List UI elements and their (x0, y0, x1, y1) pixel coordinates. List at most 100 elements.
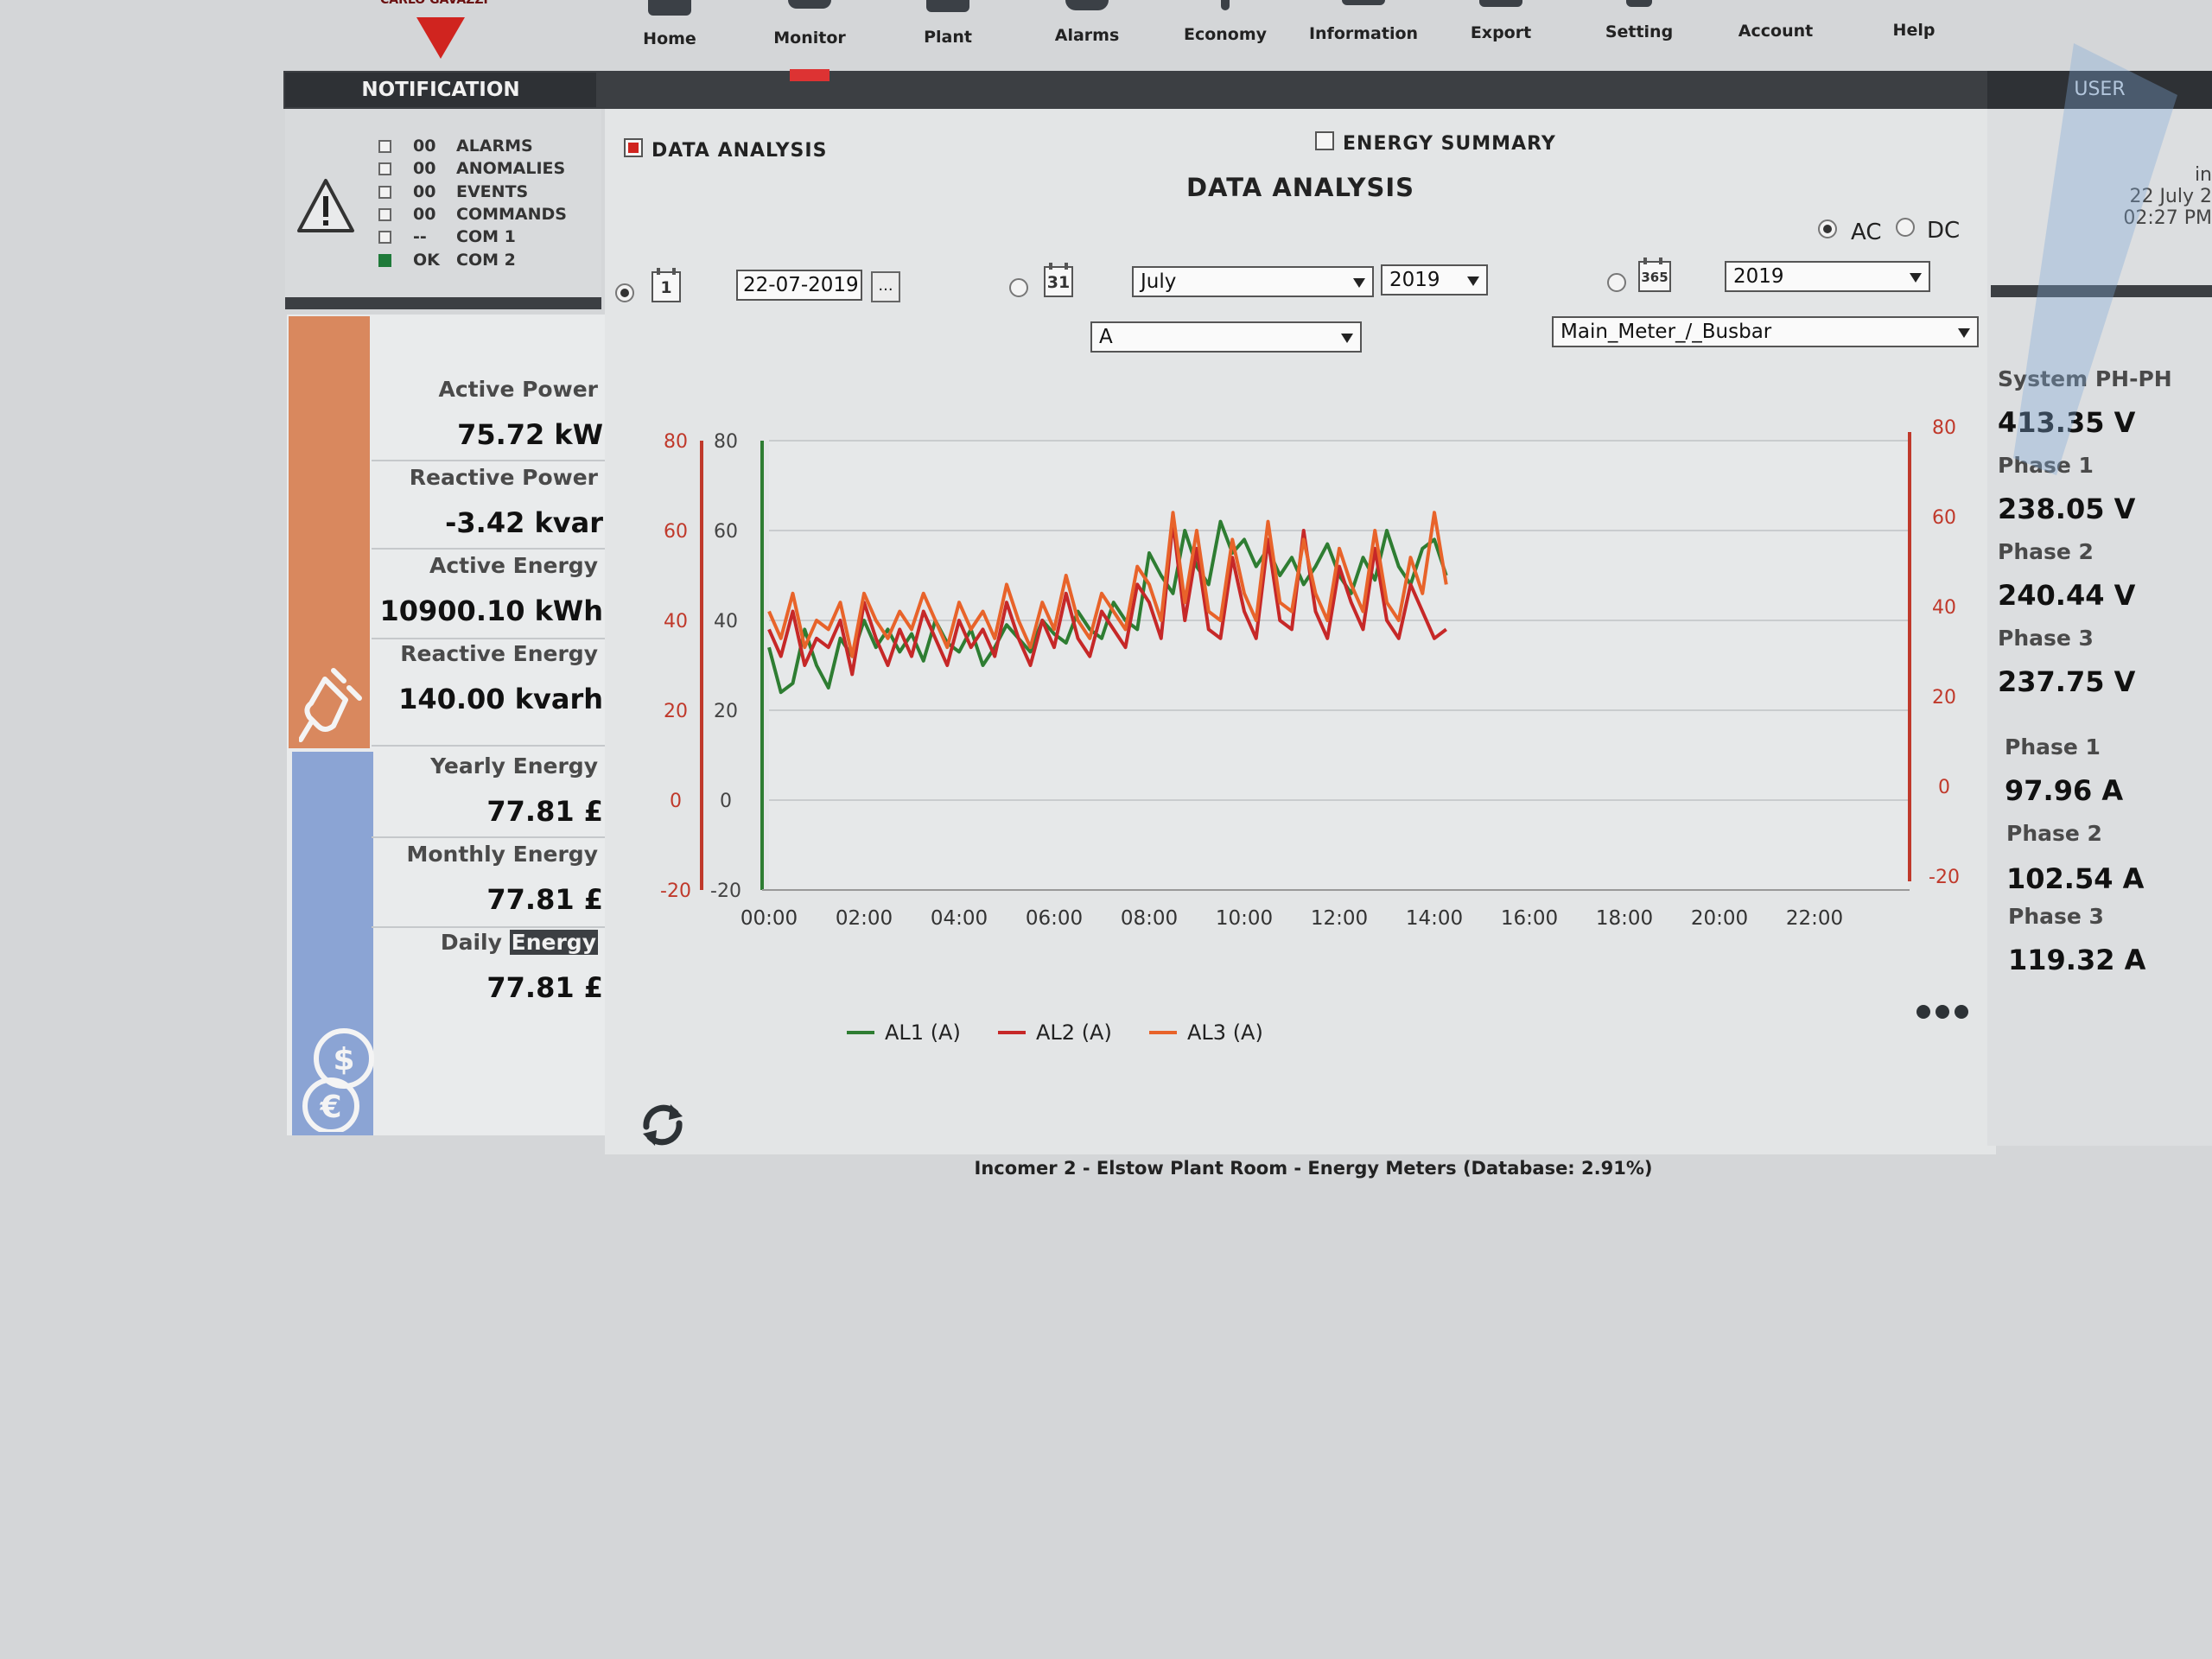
daily-energy-label: Daily Energy (372, 930, 598, 955)
month-select[interactable]: July (1132, 266, 1374, 297)
quantity-select[interactable]: A (1090, 321, 1362, 353)
month-range-radio[interactable] (1009, 278, 1028, 297)
notification-count: 00 (413, 205, 436, 224)
date-input[interactable]: 22-07-2019 (736, 270, 862, 301)
nav-setting[interactable]: Setting (1574, 0, 1704, 52)
reactive-energy-value: 140.00 kvarh (398, 683, 603, 715)
x-tick-label: 08:00 (1121, 907, 1178, 930)
system-voltage-value: 413.35 V (1998, 406, 2136, 439)
date-picker-button[interactable]: ... (871, 271, 900, 302)
chevron-down-icon (1910, 273, 1922, 283)
meter-select-value: Main_Meter_/_Busbar (1560, 321, 1772, 343)
divider (372, 548, 609, 550)
chevron-down-icon (1467, 276, 1479, 286)
refresh-icon[interactable] (636, 1101, 690, 1149)
status-footer: Incomer 2 - Elstow Plant Room - Energy M… (974, 1158, 1653, 1179)
notification-check (378, 186, 391, 199)
user-info-date: 22 July 2 (2129, 186, 2212, 207)
notification-count: OK (413, 251, 440, 270)
divider (372, 745, 609, 747)
current-chart: 80 8060 6040 4020 200 0-20 -20806040200-2000:0… (660, 417, 1960, 1045)
y-tick-label-outer: 40 (664, 611, 688, 632)
energy-summary-checkbox[interactable] (1315, 131, 1334, 150)
monthly-energy-value: 77.81 £ (486, 883, 603, 916)
x-tick-label: 12:00 (1311, 907, 1368, 930)
dc-radio[interactable] (1896, 218, 1915, 237)
y-tick-label-right: 20 (1932, 687, 1956, 709)
yearly-energy-value: 77.81 £ (486, 795, 603, 828)
x-tick-label: 20:00 (1691, 907, 1748, 930)
active-tab-marker (790, 69, 830, 81)
day-calendar-icon[interactable]: 1 (652, 268, 681, 302)
nav-help[interactable]: Help (1849, 0, 1979, 52)
x-tick-label: 18:00 (1596, 907, 1653, 930)
more-options-icon[interactable] (1915, 1002, 1970, 1021)
reactive-power-label: Reactive Power (409, 465, 598, 490)
nav-alarms[interactable]: Alarms (1022, 0, 1152, 52)
system-voltage-label: System PH-PH (1998, 366, 2172, 391)
notification-check (378, 208, 391, 221)
nav-information[interactable]: Information (1299, 0, 1428, 52)
y-tick-label-inner: 40 (714, 611, 738, 632)
month-year-select[interactable]: 2019 (1381, 264, 1488, 296)
notification-label: COM 1 (456, 227, 516, 246)
economy-icon (1221, 0, 1230, 10)
y-tick-label-outer: 0 (670, 791, 682, 812)
year-calendar-icon[interactable]: 365 (1638, 257, 1671, 292)
user-info-line1: in (2194, 164, 2212, 186)
nav-home[interactable]: Home (605, 0, 734, 52)
notification-label: ANOMALIES (456, 159, 566, 178)
nav-monitor-label: Monitor (773, 29, 846, 48)
monitor-icon (788, 0, 831, 9)
brand-logo: CARLO GAVAZZI (372, 0, 510, 60)
y-tick-label-inner: -20 (710, 880, 741, 902)
day-range-radio[interactable] (615, 283, 634, 302)
nav-plant[interactable]: Plant (883, 0, 1013, 52)
user-info: in 22 July 2 02:27 PM (2039, 164, 2212, 229)
y-tick-label-right: 60 (1932, 507, 1956, 529)
nav-export[interactable]: Export (1436, 0, 1566, 52)
ac-radio[interactable] (1818, 219, 1837, 238)
daily-energy-label-prefix: Daily (440, 930, 502, 955)
energy-summary-checkbox-label: ENERGY SUMMARY (1343, 133, 1556, 155)
yearly-energy-label: Yearly Energy (430, 753, 598, 779)
divider (372, 460, 609, 461)
phase1-voltage-value: 238.05 V (1998, 493, 2136, 525)
y-tick-label-inner: 60 (714, 521, 738, 543)
month-calendar-icon[interactable]: 31 (1044, 263, 1073, 297)
svg-text:$: $ (333, 1042, 354, 1077)
year-range-radio[interactable] (1607, 273, 1626, 292)
nav-economy[interactable]: Economy (1160, 0, 1290, 52)
data-analysis-checkbox-label: DATA ANALYSIS (652, 140, 828, 162)
setting-icon (1626, 0, 1652, 7)
nav-monitor[interactable]: Monitor (745, 0, 874, 52)
nav-economy-label: Economy (1183, 25, 1268, 44)
y-tick-label-right: 80 (1932, 417, 1956, 439)
y-tick-label-right: 40 (1932, 597, 1956, 619)
notification-label: EVENTS (456, 182, 529, 201)
daily-energy-value: 77.81 £ (486, 971, 603, 1004)
y-tick-label-outer: -20 (660, 880, 691, 902)
warning-icon (297, 179, 354, 232)
plot-area (769, 441, 1910, 890)
year-select[interactable]: 2019 (1725, 261, 1930, 292)
active-power-label: Active Power (438, 377, 598, 402)
legend-label: AL1 (A) (885, 1020, 961, 1045)
notification-title: NOTIFICATION (285, 73, 596, 107)
phase3-current-value: 119.32 A (2008, 944, 2146, 976)
phase2-current-value: 102.54 A (2006, 862, 2145, 895)
notification-count: 00 (413, 159, 436, 178)
information-icon (1342, 0, 1385, 5)
alarm-icon (1065, 0, 1109, 10)
brand-logo-text: CARLO GAVAZZI (380, 0, 488, 7)
notification-check-ok (378, 254, 391, 267)
meter-select[interactable]: Main_Meter_/_Busbar (1552, 316, 1979, 347)
notification-divider (285, 297, 601, 309)
legend-label: AL2 (A) (1036, 1020, 1112, 1045)
plant-icon (926, 0, 969, 12)
year-select-value: 2019 (1733, 265, 1784, 288)
nav-account[interactable]: Account (1711, 0, 1840, 52)
data-analysis-checkbox[interactable] (624, 138, 643, 157)
quantity-select-value: A (1099, 326, 1113, 348)
phase3-voltage-value: 237.75 V (1998, 665, 2136, 698)
